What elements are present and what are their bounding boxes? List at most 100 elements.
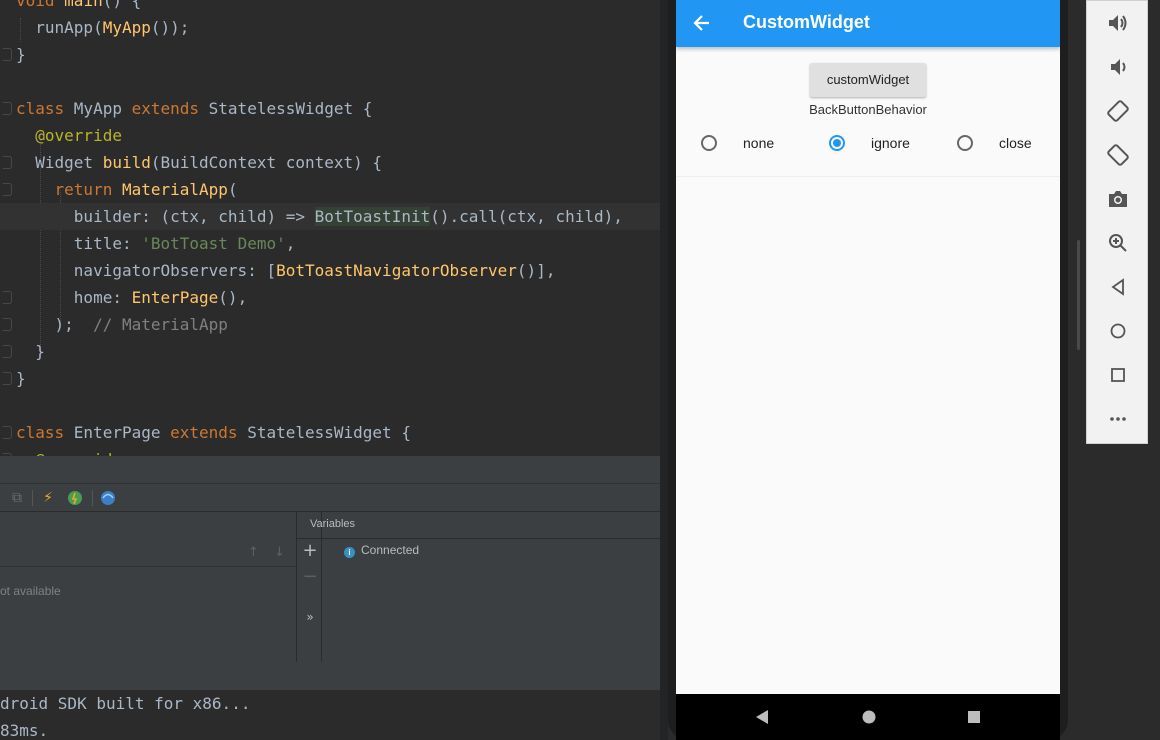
code-token: navigatorObservers: [ [16, 261, 277, 280]
code-line[interactable]: builder: (ctx, child) => BotToastInit().… [0, 203, 660, 230]
pane-divider[interactable] [660, 0, 668, 740]
fold-marker-icon[interactable] [3, 48, 12, 61]
divider [296, 538, 660, 539]
arrow-down-icon[interactable]: ↓ [274, 545, 285, 560]
volume-up-icon[interactable] [1106, 11, 1130, 35]
back-button-behavior-label: BackButtonBehavior [809, 102, 927, 117]
hot-restart-icon[interactable] [66, 489, 84, 507]
radio-close[interactable] [957, 135, 973, 151]
fold-marker-icon[interactable] [3, 156, 12, 169]
nav-back-icon[interactable] [754, 709, 770, 729]
zoom-icon[interactable] [1106, 231, 1130, 255]
connected-label: Connected [361, 543, 420, 557]
emulator-controls [1086, 0, 1148, 444]
connected-status: i Connected [344, 543, 419, 558]
code-token: runApp( [16, 18, 103, 37]
radio-none[interactable] [701, 135, 717, 151]
code-text: builder: (ctx, child) => BotToastInit().… [16, 203, 623, 230]
code-line[interactable]: return MaterialApp( [0, 176, 660, 203]
nav-overview-icon[interactable] [966, 709, 982, 729]
code-line[interactable]: void main() { [0, 0, 660, 14]
code-text: runApp(MyApp()); [16, 14, 189, 41]
console-line: 83ms. [0, 721, 49, 740]
code-token: builder: (ctx, child) => [16, 207, 315, 226]
code-text: class EnterPage extends StatelessWidget … [16, 419, 411, 446]
radio-ignore[interactable] [829, 135, 845, 151]
back-icon[interactable] [1106, 275, 1130, 299]
code-text: void main() { [16, 0, 141, 14]
code-line[interactable]: } [0, 365, 660, 392]
restore-layout-icon[interactable]: ⧉ [8, 489, 26, 507]
code-token: (), [218, 288, 248, 307]
back-arrow-icon[interactable] [692, 11, 712, 35]
expand-more-icon[interactable]: » [297, 610, 323, 624]
phone-screen[interactable]: CustomWidget customWidget BackButtonBeha… [676, 0, 1060, 694]
code-token: MaterialApp [121, 180, 228, 199]
nav-home-icon[interactable] [861, 709, 877, 729]
debug-tabs-bar [0, 456, 660, 484]
variables-title: Variables [310, 518, 356, 530]
code-line[interactable]: @override [0, 122, 660, 149]
code-token: } [16, 369, 26, 388]
code-line[interactable]: class EnterPage extends StatelessWidget … [0, 419, 660, 446]
fold-marker-icon[interactable] [3, 426, 12, 439]
code-text: return MaterialApp( [16, 176, 238, 203]
code-line[interactable] [0, 392, 660, 419]
radio-label-ignore: ignore [871, 135, 910, 151]
rotate-right-icon[interactable] [1106, 143, 1130, 167]
code-line[interactable]: } [0, 338, 660, 365]
add-watch-button[interactable]: + [297, 540, 323, 561]
code-line[interactable]: navigatorObservers: [BotToastNavigatorOb… [0, 257, 660, 284]
scrollbar[interactable] [1077, 240, 1080, 350]
code-line[interactable]: ); // MaterialApp [0, 311, 660, 338]
fold-marker-icon[interactable] [3, 183, 12, 196]
code-token: Widget [16, 153, 103, 172]
fold-marker-icon[interactable] [3, 345, 12, 358]
code-token: home: [16, 288, 132, 307]
radio-label-none: none [743, 135, 775, 151]
console-line: droid SDK built for x86... [0, 694, 251, 713]
rotate-left-icon[interactable] [1106, 99, 1130, 123]
debug-toolbar: ⧉ ⚡ [0, 484, 660, 512]
home-icon[interactable] [1106, 319, 1130, 343]
code-token: title: [16, 234, 142, 253]
frames-status-text: ot available [0, 584, 61, 598]
fold-marker-icon[interactable] [3, 102, 12, 115]
dart-devtools-icon[interactable] [99, 489, 117, 507]
arrow-up-icon[interactable]: ↑ [248, 545, 259, 560]
code-token: } [16, 45, 26, 64]
code-text: } [16, 41, 26, 68]
code-line[interactable]: title: 'BotToast Demo', [0, 230, 660, 257]
code-token: extends [131, 99, 209, 118]
code-line[interactable] [0, 68, 660, 95]
code-token: return [16, 180, 122, 199]
fold-marker-icon[interactable] [3, 291, 12, 304]
code-line[interactable]: Widget build(BuildContext context) { [0, 149, 660, 176]
more-icon[interactable] [1106, 407, 1130, 431]
code-token: , [285, 234, 296, 253]
code-line[interactable]: runApp(MyApp()); [0, 14, 660, 41]
hot-reload-icon[interactable]: ⚡ [39, 489, 57, 507]
info-icon: i [344, 547, 355, 558]
fold-marker-icon[interactable] [3, 318, 12, 331]
code-token: class [16, 99, 74, 118]
code-editor[interactable]: void main() { runApp(MyApp());} class MyA… [0, 0, 660, 456]
code-line[interactable]: home: EnterPage(), [0, 284, 660, 311]
fold-marker-icon[interactable] [3, 372, 12, 385]
volume-down-icon[interactable] [1106, 55, 1130, 79]
code-line[interactable]: @override [0, 446, 660, 456]
code-text: Widget build(BuildContext context) { [16, 149, 382, 176]
custom-widget-button[interactable]: customWidget [810, 63, 926, 97]
code-token: class [16, 423, 74, 442]
code-token: ( [227, 180, 238, 199]
code-line[interactable]: class MyApp extends StatelessWidget { [0, 95, 660, 122]
overview-icon[interactable] [1106, 363, 1130, 387]
code-token: // MaterialApp [93, 315, 228, 334]
code-token: BotToastInit [314, 207, 431, 226]
code-line[interactable]: } [0, 41, 660, 68]
remove-watch-button[interactable]: − [297, 566, 323, 587]
code-token: BotToastNavigatorObserver [276, 261, 517, 280]
camera-icon[interactable] [1106, 187, 1130, 211]
console-output[interactable]: droid SDK built for x86... 83ms. [0, 690, 660, 740]
code-text: @override [16, 122, 122, 149]
